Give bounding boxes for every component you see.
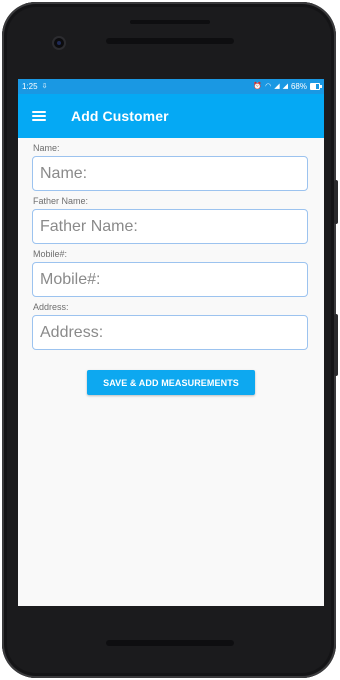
battery-percent: 68% <box>290 82 307 91</box>
signal-icon: ◢ <box>274 83 280 90</box>
father-name-label: Father Name: <box>33 196 89 206</box>
screen: 1:25 ⇩ ⏰ ◠ ◢ ◢ 68% Add Customer Name: Fa… <box>18 79 324 606</box>
status-bar: 1:25 ⇩ ⏰ ◠ ◢ ◢ 68% <box>18 79 324 94</box>
hamburger-menu-icon[interactable] <box>32 111 46 121</box>
download-icon: ⇩ <box>41 83 48 90</box>
app-bar: Add Customer <box>18 94 324 138</box>
volume-button <box>334 180 338 224</box>
page-title: Add Customer <box>71 108 169 124</box>
top-speaker <box>106 20 234 44</box>
front-camera <box>54 38 64 48</box>
battery-icon <box>310 83 322 90</box>
mobile-field[interactable] <box>32 262 308 297</box>
bottom-speaker <box>106 640 234 646</box>
power-button <box>334 314 338 376</box>
alarm-icon: ⏰ <box>253 83 263 90</box>
save-and-add-measurements-button[interactable]: SAVE & ADD MEASUREMENTS <box>87 370 255 395</box>
mobile-label: Mobile#: <box>33 249 68 259</box>
phone-frame: 1:25 ⇩ ⏰ ◠ ◢ ◢ 68% Add Customer Name: Fa… <box>2 2 338 678</box>
signal-icon-2: ◢ <box>282 83 288 90</box>
name-label: Name: <box>33 143 60 153</box>
address-field[interactable] <box>32 315 308 350</box>
father-name-field[interactable] <box>32 209 308 244</box>
wifi-icon: ◠ <box>265 83 272 90</box>
name-field[interactable] <box>32 156 308 191</box>
address-label: Address: <box>33 302 69 312</box>
add-customer-form: Name: Father Name: Mobile#: Address: SAV… <box>18 143 324 395</box>
status-time: 1:25 <box>22 82 38 91</box>
